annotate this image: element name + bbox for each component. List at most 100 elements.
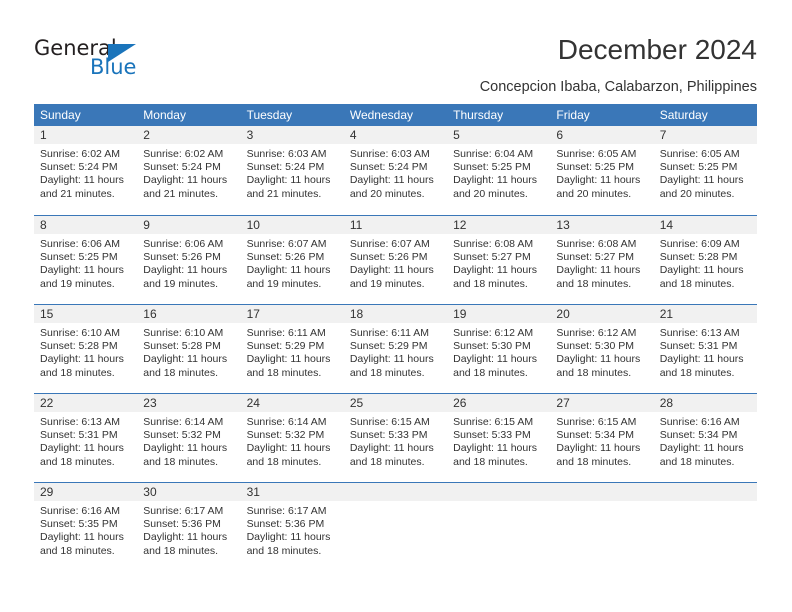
day-number: 12 [447,216,551,234]
calendar-day-cell[interactable]: 20 Sunrise: 6:12 AM Sunset: 5:30 PM Dayligh… [550,305,654,393]
calendar-day-cell[interactable]: 4 Sunrise: 6:03 AM Sunset: 5:24 PM Daylight… [343,126,448,215]
daylight-duration-line2: and 18 minutes. [659,277,735,290]
day-number: 9 [137,216,241,234]
calendar-day-cell[interactable]: 22 Sunrise: 6:13 AM Sunset: 5:31 PM Dayligh… [34,394,138,482]
calendar-day-cell[interactable]: 5 Sunrise: 6:04 AM Sunset: 5:25 PM Daylight… [447,126,551,215]
day-number: 13 [550,216,654,234]
sunset-time: Sunset: 5:36 PM [246,518,325,531]
daylight-duration-line1: Daylight: 11 hours [40,531,124,544]
daylight-duration-line1: Daylight: 11 hours [143,264,228,277]
sunrise-time: Sunrise: 6:17 AM [246,505,327,517]
daylight-duration-line2: and 18 minutes. [453,366,528,379]
sunrise-time: Sunrise: 6:13 AM [40,416,120,428]
sunrise-time: Sunrise: 6:15 AM [349,416,430,428]
day-sun-info: Sunrise: 6:05 AM Sunset: 5:25 PM Daylight:… [654,144,757,201]
daylight-duration-line1: Daylight: 11 hours [659,174,744,187]
daylight-duration-line1: Daylight: 11 hours [40,264,124,277]
day-number: 23 [137,394,241,412]
calendar-day-cell[interactable]: 26 Sunrise: 6:15 AM Sunset: 5:33 PM Dayligh… [447,394,551,482]
day-number: 10 [240,216,344,234]
calendar-day-cell[interactable]: 25 Sunrise: 6:15 AM Sunset: 5:33 PM Dayligh… [343,394,448,482]
daylight-duration-line2: and 21 minutes. [143,187,218,200]
calendar-day-cell[interactable]: 2 Sunrise: 6:02 AM Sunset: 5:24 PM Daylight… [137,126,241,215]
calendar-day-cell[interactable]: 30 Sunrise: 6:17 AM Sunset: 5:36 PM Dayligh… [137,483,241,571]
daylight-duration-line1: Daylight: 11 hours [349,174,434,187]
general-blue-logo[interactable]: General Blue [34,36,194,82]
calendar-day-cell[interactable]: 6 Sunrise: 6:05 AM Sunset: 5:25 PM Daylight… [550,126,654,215]
daylight-duration-line1: Daylight: 11 hours [40,442,124,455]
sunrise-time: Sunrise: 6:07 AM [246,238,327,250]
calendar-day-cell[interactable]: 31 Sunrise: 6:17 AM Sunset: 5:36 PM Dayligh… [240,483,344,571]
day-number: 7 [653,126,757,144]
daylight-duration-line2: and 18 minutes. [246,366,322,379]
calendar-day-cell[interactable]: 11 Sunrise: 6:07 AM Sunset: 5:26 PM Dayligh… [343,216,448,304]
page-title: December 2024 [557,34,757,65]
page-header: General Blue December 2024 Concepcion Ib… [0,0,792,100]
calendar-day-cell[interactable]: 1 Sunrise: 6:02 AM Sunset: 5:24 PM Daylight… [34,126,138,215]
day-number [343,483,448,501]
day-sun-info: Sunrise: 6:16 AM Sunset: 5:34 PM Daylight:… [654,412,757,469]
daylight-duration-line1: Daylight: 11 hours [40,353,124,366]
calendar-day-cell[interactable]: 27 Sunrise: 6:15 AM Sunset: 5:34 PM Dayligh… [550,394,654,482]
day-sun-info: Sunrise: 6:03 AM Sunset: 5:24 PM Daylight:… [344,144,447,201]
weekday-wednesday: Wednesday [349,108,413,122]
calendar-day-cell[interactable]: 14 Sunrise: 6:09 AM Sunset: 5:28 PM Dayligh… [653,216,757,304]
calendar-day-cell[interactable]: 28 Sunrise: 6:16 AM Sunset: 5:34 PM Dayligh… [653,394,757,482]
calendar-day-cell[interactable]: 12 Sunrise: 6:08 AM Sunset: 5:27 PM Dayligh… [447,216,551,304]
sunrise-time: Sunrise: 6:10 AM [143,327,224,339]
calendar-day-cell[interactable]: 8 Sunrise: 6:06 AM Sunset: 5:25 PM Daylight… [34,216,138,304]
sunrise-time: Sunrise: 6:06 AM [143,238,224,250]
sunset-time: Sunset: 5:28 PM [143,340,221,353]
day-sun-info: Sunrise: 6:10 AM Sunset: 5:28 PM Daylight:… [34,323,137,380]
day-sun-info: Sunrise: 6:17 AM Sunset: 5:36 PM Daylight:… [137,501,240,558]
day-sun-info: Sunrise: 6:08 AM Sunset: 5:27 PM Daylight:… [447,234,550,291]
calendar-day-cell[interactable]: 7 Sunrise: 6:05 AM Sunset: 5:25 PM Daylight… [653,126,757,215]
daylight-duration-line1: Daylight: 11 hours [246,174,331,187]
day-number: 22 [34,394,138,412]
calendar-day-cell[interactable]: 23 Sunrise: 6:14 AM Sunset: 5:32 PM Dayligh… [137,394,241,482]
calendar-day-cell[interactable]: 24 Sunrise: 6:14 AM Sunset: 5:32 PM Dayligh… [240,394,344,482]
day-sun-info: Sunrise: 6:06 AM Sunset: 5:25 PM Daylight:… [34,234,137,291]
calendar-day-cell[interactable]: 18 Sunrise: 6:11 AM Sunset: 5:29 PM Dayligh… [343,305,448,393]
calendar-day-cell[interactable]: 15 Sunrise: 6:10 AM Sunset: 5:28 PM Dayligh… [34,305,138,393]
daylight-duration-line1: Daylight: 11 hours [659,264,744,277]
daylight-duration-line1: Daylight: 11 hours [556,442,641,455]
sunset-time: Sunset: 5:36 PM [143,518,221,531]
sunset-time: Sunset: 5:24 PM [143,161,221,174]
calendar-day-cell[interactable]: 16 Sunrise: 6:10 AM Sunset: 5:28 PM Dayligh… [137,305,241,393]
sunset-time: Sunset: 5:29 PM [246,340,325,353]
daylight-duration-line1: Daylight: 11 hours [556,353,641,366]
sunset-time: Sunset: 5:27 PM [453,251,531,264]
sunrise-time: Sunrise: 6:03 AM [246,148,327,160]
calendar-day-cell[interactable]: 10 Sunrise: 6:07 AM Sunset: 5:26 PM Dayligh… [240,216,344,304]
sunrise-time: Sunrise: 6:11 AM [349,327,430,339]
daylight-duration-line1: Daylight: 11 hours [453,353,537,366]
calendar-day-cell[interactable]: 3 Sunrise: 6:03 AM Sunset: 5:24 PM Daylight… [240,126,344,215]
daylight-duration-line2: and 18 minutes. [143,544,218,557]
daylight-duration-line1: Daylight: 11 hours [453,174,537,187]
daylight-duration-line2: and 20 minutes. [556,187,632,200]
sunrise-time: Sunrise: 6:16 AM [659,416,740,428]
day-number: 29 [34,483,138,501]
calendar-day-cell[interactable]: 29 Sunrise: 6:16 AM Sunset: 5:35 PM Dayligh… [34,483,138,571]
day-number: 27 [550,394,654,412]
daylight-duration-line1: Daylight: 11 hours [349,442,434,455]
calendar-day-cell[interactable]: 21 Sunrise: 6:13 AM Sunset: 5:31 PM Dayligh… [653,305,757,393]
day-sun-info: Sunrise: 6:15 AM Sunset: 5:34 PM Daylight:… [550,412,653,469]
daylight-duration-line1: Daylight: 11 hours [40,174,124,187]
sunrise-time: Sunrise: 6:08 AM [453,238,534,250]
calendar-day-cell[interactable]: 13 Sunrise: 6:08 AM Sunset: 5:27 PM Dayligh… [550,216,654,304]
daylight-duration-line2: and 19 minutes. [40,277,115,290]
daylight-duration-line2: and 18 minutes. [246,544,322,557]
daylight-duration-line2: and 21 minutes. [40,187,115,200]
sunrise-time: Sunrise: 6:02 AM [40,148,120,160]
daylight-duration-line2: and 18 minutes. [453,455,528,468]
calendar-day-cell[interactable]: 19 Sunrise: 6:12 AM Sunset: 5:30 PM Dayligh… [447,305,551,393]
sunrise-time: Sunrise: 6:15 AM [453,416,534,428]
calendar-weeks: 1 Sunrise: 6:02 AM Sunset: 5:24 PM Daylight… [34,126,757,571]
daylight-duration-line2: and 20 minutes. [659,187,735,200]
daylight-duration-line2: and 18 minutes. [40,455,115,468]
calendar-day-cell[interactable]: 9 Sunrise: 6:06 AM Sunset: 5:26 PM Daylight… [137,216,241,304]
day-number: 21 [653,305,757,323]
calendar-day-cell[interactable]: 17 Sunrise: 6:11 AM Sunset: 5:29 PM Dayligh… [240,305,344,393]
